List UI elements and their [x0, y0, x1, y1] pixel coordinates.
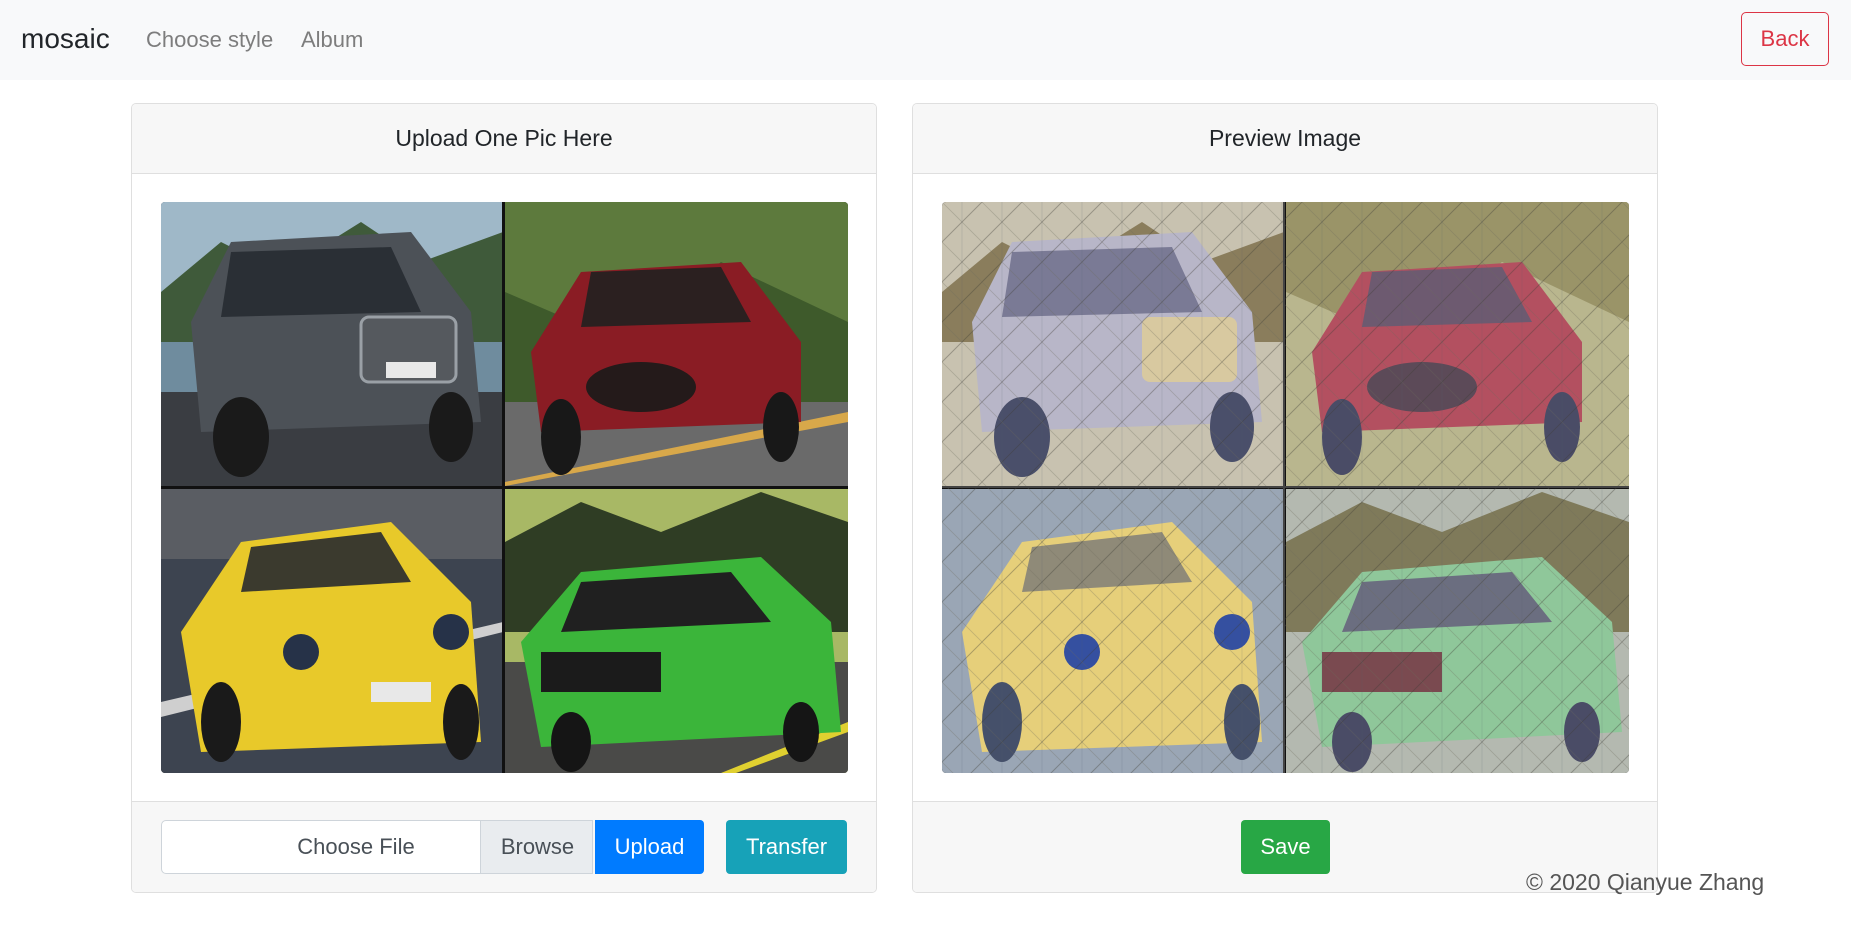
back-button[interactable]: Back [1741, 12, 1829, 66]
image-panel-red-sedan [505, 202, 848, 486]
navbar: mosaic Choose style Album Back [0, 0, 1851, 80]
copyright-text: © 2020 Qianyue Zhang [1526, 869, 1765, 895]
preview-image [942, 202, 1629, 773]
upload-card: Upload One Pic Here Choose File Browse U… [131, 103, 877, 893]
nav-link-choose-style[interactable]: Choose style [146, 27, 273, 53]
upload-card-footer: Choose File Browse Upload Transfer [132, 801, 876, 892]
browse-button[interactable]: Browse [480, 821, 592, 873]
uploaded-image [161, 202, 848, 773]
image-panel-green-car [505, 489, 848, 773]
file-input-group[interactable]: Choose File Browse [161, 820, 593, 874]
transfer-button[interactable]: Transfer [726, 820, 847, 874]
image-panel-yellow-car [161, 489, 503, 773]
upload-button[interactable]: Upload [595, 820, 704, 874]
save-button[interactable]: Save [1241, 820, 1330, 874]
upload-card-title: Upload One Pic Here [132, 104, 876, 174]
brand-logo[interactable]: mosaic [21, 22, 110, 56]
choose-file-input[interactable]: Choose File [162, 821, 480, 873]
preview-card-title: Preview Image [913, 104, 1657, 174]
nav-link-album[interactable]: Album [301, 27, 363, 53]
image-panel-suv [161, 202, 503, 486]
preview-card: Preview Image Save [912, 103, 1658, 893]
